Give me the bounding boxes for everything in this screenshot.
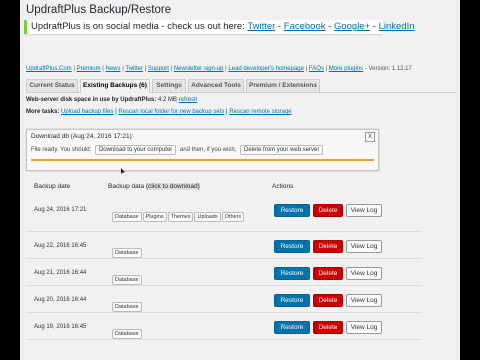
disk-usage-value: 4.2 MB — [157, 97, 177, 103]
rescan-remote-link[interactable]: Rescan remote storage — [229, 109, 291, 115]
delete-button[interactable]: Delete — [313, 294, 343, 307]
linkedin-link[interactable]: LinkedIn — [379, 21, 415, 32]
link-newsletter[interactable]: Newsletter sign-up — [174, 66, 224, 72]
backup-data-items: Database — [112, 268, 254, 287]
tab-advanced-tools[interactable]: Advanced Tools — [188, 79, 244, 92]
googleplus-link[interactable]: Google+ — [334, 21, 370, 32]
restore-button[interactable]: Restore — [274, 294, 310, 307]
link-lead-developer[interactable]: Lead developer's homepage — [228, 66, 304, 72]
download-plugins-button[interactable]: Plugins — [142, 212, 167, 222]
download-others-button[interactable]: Others — [221, 212, 245, 222]
table-row: Aug 20, 2016 16:44 Database Restore Delete V… — [26, 287, 422, 313]
col-actions: Actions — [272, 183, 294, 190]
click-to-download-hint: (click to download) — [145, 183, 200, 190]
social-notice: UpdraftPlus is on social media - check u… — [24, 20, 415, 34]
backup-date: Aug 19, 2016 16:45 — [34, 324, 87, 330]
screen: UpdraftPlus Backup/Restore UpdraftPlus i… — [20, 0, 460, 360]
backup-date: Aug 21, 2016 16:44 — [34, 270, 87, 276]
tab-current-status[interactable]: Current Status — [26, 79, 78, 92]
more-tasks-label: More tasks: — [26, 109, 60, 115]
delete-from-server-button[interactable]: Delete from your web server — [240, 145, 324, 155]
nav-tabs: Current Status Existing Backups (6) Sett… — [26, 79, 456, 93]
col-backup-date: Backup date — [34, 183, 71, 190]
tab-premium-extensions[interactable]: Premium / Extensions — [246, 79, 320, 92]
view-log-button[interactable]: View Log — [346, 294, 382, 307]
table-row: Aug 19, 2016 16:45 Database Restore Delete V… — [26, 314, 422, 340]
download-to-computer-button[interactable]: Download to your computer — [94, 145, 177, 155]
download-database-button[interactable]: Database — [112, 212, 142, 222]
plugin-links: UpdraftPlus.Com | Premium | News | Twitt… — [26, 66, 412, 72]
row-actions: Restore Delete View Log — [274, 204, 382, 217]
refresh-link[interactable]: refresh — [179, 97, 198, 103]
mouse-cursor-icon — [121, 168, 125, 174]
link-faqs[interactable]: FAQs — [309, 66, 324, 72]
table-row: Aug 24, 2016 17:21 Database Plugins Themes U… — [26, 197, 422, 232]
download-dialog: Download db (Aug 24, 2016 17:21): X File… — [26, 129, 379, 171]
facebook-link[interactable]: Facebook — [284, 21, 326, 32]
download-progress-bar — [31, 159, 374, 161]
backup-date: Aug 20, 2016 16:44 — [34, 297, 87, 303]
table-row: Aug 22, 2016 16:45 Database Restore Delete V… — [26, 233, 422, 259]
link-more-plugins[interactable]: More plugins — [329, 66, 363, 72]
delete-button[interactable]: Delete — [313, 321, 343, 334]
row-actions: Restore Delete View Log — [274, 240, 382, 253]
download-uploads-button[interactable]: Uploads — [194, 212, 221, 222]
tab-existing-backups[interactable]: Existing Backups (6) — [80, 79, 150, 93]
row-actions: Restore Delete View Log — [274, 321, 382, 334]
link-updraftplus-com[interactable]: UpdraftPlus.Com — [26, 66, 72, 72]
more-tasks: More tasks: Upload backup files | Rescan… — [26, 109, 292, 115]
disk-usage: Web-server disk space in use by UpdraftP… — [26, 97, 197, 103]
backup-data-items: Database — [112, 322, 254, 341]
row-actions: Restore Delete View Log — [274, 294, 382, 307]
close-icon[interactable]: X — [365, 132, 375, 142]
link-support[interactable]: Support — [148, 66, 169, 72]
twitter-link[interactable]: Twitter — [247, 21, 275, 32]
download-themes-button[interactable]: Themes — [167, 212, 194, 222]
delete-button[interactable]: Delete — [313, 204, 343, 217]
download-database-button[interactable]: Database — [112, 275, 142, 285]
delete-button[interactable]: Delete — [313, 240, 343, 253]
table-row: Aug 21, 2016 16:44 Database Restore Delete V… — [26, 260, 422, 286]
backup-date: Aug 22, 2016 16:45 — [34, 243, 87, 249]
restore-button[interactable]: Restore — [274, 240, 310, 253]
notice-text: UpdraftPlus is on social media - check u… — [31, 21, 248, 32]
delete-button[interactable]: Delete — [313, 267, 343, 280]
download-database-button[interactable]: Database — [112, 248, 142, 258]
view-log-button[interactable]: View Log — [346, 267, 382, 280]
download-title: Download db (Aug 24, 2016 17:21): — [31, 133, 134, 140]
version-text: - Version: 1.12.17 — [364, 66, 412, 72]
link-news[interactable]: News — [106, 66, 121, 72]
row-actions: Restore Delete View Log — [274, 267, 382, 280]
backup-date: Aug 24, 2016 17:21 — [34, 207, 87, 213]
backup-data-items: Database — [112, 295, 254, 314]
link-premium[interactable]: Premium — [77, 66, 101, 72]
restore-button[interactable]: Restore — [274, 204, 310, 217]
restore-button[interactable]: Restore — [274, 321, 310, 334]
view-log-button[interactable]: View Log — [346, 321, 382, 334]
rescan-local-link[interactable]: Rescan local folder for new backup sets — [118, 109, 224, 115]
backup-data-items: Database Plugins Themes Uploads Others — [112, 205, 254, 224]
disk-usage-label: Web-server disk space in use by UpdraftP… — [26, 97, 157, 103]
page-title: UpdraftPlus Backup/Restore — [26, 4, 172, 16]
view-log-button[interactable]: View Log — [346, 204, 382, 217]
col-backup-data: Backup data (click to download) — [108, 183, 200, 190]
download-database-button[interactable]: Database — [112, 302, 142, 312]
download-database-button[interactable]: Database — [112, 329, 142, 339]
tab-settings[interactable]: Settings — [152, 79, 186, 92]
upload-backup-files-link[interactable]: Upload backup files — [61, 109, 113, 115]
download-ready-text: File ready. You should: Download to your… — [31, 145, 325, 155]
restore-button[interactable]: Restore — [274, 267, 310, 280]
link-twitter[interactable]: Twitter — [125, 66, 143, 72]
backup-data-items: Database — [112, 241, 254, 260]
view-log-button[interactable]: View Log — [346, 240, 382, 253]
